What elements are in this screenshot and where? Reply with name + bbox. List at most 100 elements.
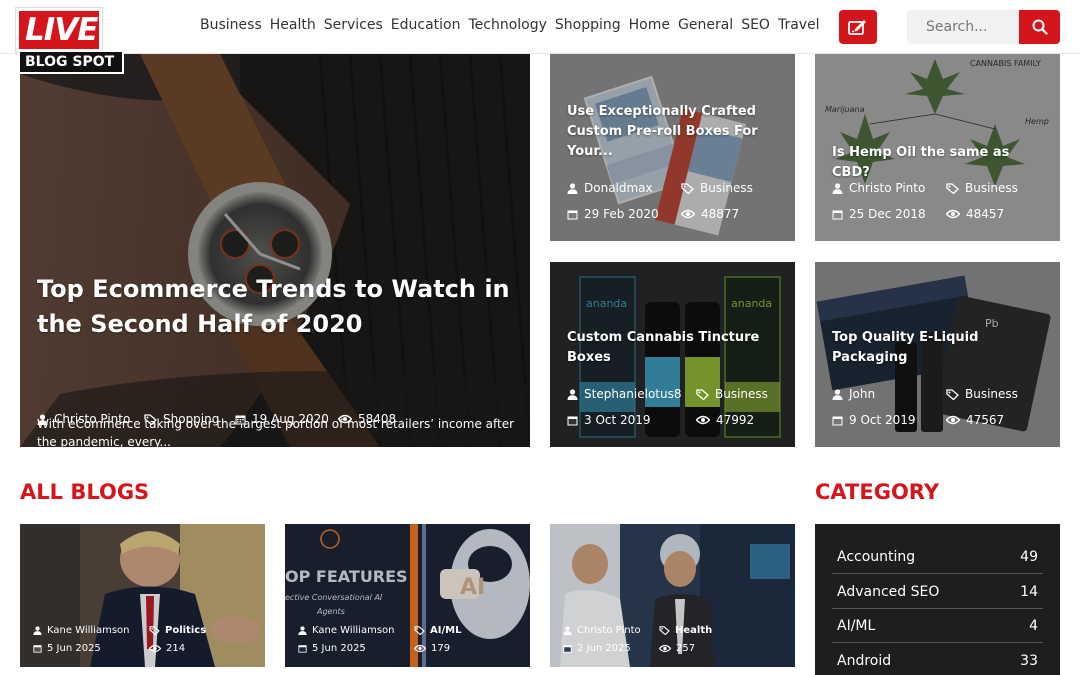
eye-icon [659,644,671,653]
edit-icon [848,20,866,35]
category-count: 49 [1020,548,1038,565]
category-name[interactable]: Advanced SEO [837,584,939,600]
category-count: 33 [1020,652,1038,669]
eye-icon [696,415,710,425]
nav-education[interactable]: Education [391,17,461,33]
tag-icon [144,413,157,425]
post-category[interactable]: Business [946,387,1018,401]
post-card[interactable]: ananda ananda Custom Cannabis Tincture B… [550,262,795,447]
eye-icon [414,644,426,653]
blog-card[interactable]: Christo Pinto Health 2 Jun 2025 257 [550,524,795,667]
category-label[interactable]: Business [965,387,1018,401]
nav-shopping[interactable]: Shopping [555,17,621,33]
nav-business[interactable]: Business [200,17,262,33]
blog-date: 5 Jun 2025 [33,643,101,654]
category-label[interactable]: Politics [165,625,206,636]
view-count: 47992 [716,413,755,427]
blog-author: Kane Williamson [298,625,395,636]
post-title[interactable]: Top Quality E-Liquid Packaging [832,328,1027,368]
search-button[interactable] [1019,10,1060,44]
calendar-icon [298,645,307,653]
post-category[interactable]: Business [946,181,1018,195]
nav-technology[interactable]: Technology [468,17,546,33]
category-label[interactable]: Shopping [163,412,219,426]
logo-blog-badge: BLOG SPOT [18,50,124,74]
nav-home[interactable]: Home [629,17,670,33]
author-name: Kane Williamson [47,625,130,636]
nav-health[interactable]: Health [270,17,316,33]
author-name: John [849,387,876,401]
category-item-ai-ml[interactable]: AI/ML 4 [832,609,1043,643]
post-category[interactable]: Business [681,181,753,195]
blog-views: 179 [414,643,450,654]
view-count: 214 [166,643,186,654]
nav-seo[interactable]: SEO [741,17,770,33]
tag-icon [696,388,709,400]
post-title[interactable]: Custom Cannabis Tincture Boxes [567,328,762,368]
post-views: 48457 [946,207,1004,221]
blog-category[interactable]: Health [659,625,712,636]
post-title[interactable]: Is Hemp Oil the same as CBD? [832,143,1027,183]
author-name: Donaldmax [584,181,653,195]
all-blogs-heading: ALL BLOGS [20,480,150,504]
nav-services[interactable]: Services [324,17,383,33]
user-icon [563,626,572,635]
post-date-text: 3 Oct 2019 [584,413,651,427]
featured-post-card[interactable]: Top Ecommerce Trends to Watch in the Sec… [20,54,530,447]
user-icon [33,626,42,635]
category-label[interactable]: Business [715,387,768,401]
post-card[interactable]: Pb Top Quality E-Liquid Packaging John B… [815,262,1060,447]
post-title[interactable]: Use Exceptionally Crafted Custom Pre-rol… [567,102,762,162]
site-logo[interactable]: LIVE BLOG SPOT [15,7,128,78]
logo-live-text: LIVE [25,12,98,48]
user-icon [567,182,578,194]
post-card[interactable]: CANNABIS FAMILY Marijuana Hemp Is Hemp O… [815,54,1060,241]
eye-icon [946,415,960,425]
category-name[interactable]: Accounting [837,549,915,565]
category-label[interactable]: AI/ML [430,625,461,636]
post-card[interactable]: Use Exceptionally Crafted Custom Pre-rol… [550,54,795,241]
blog-card[interactable]: Kane Williamson Politics 5 Jun 2025 214 [20,524,265,667]
category-label[interactable]: Health [675,625,712,636]
author-name: Christo Pinto [577,625,641,636]
post-date-text: 5 Jun 2025 [47,643,101,654]
eye-icon [681,209,695,219]
category-item-android[interactable]: Android 33 [832,644,1043,675]
post-category[interactable]: Business [696,387,768,401]
eye-icon [338,414,352,424]
post-date: 19 Aug 2020 [252,412,329,426]
nav-general[interactable]: General [678,17,733,33]
calendar-icon [832,416,843,425]
blog-card[interactable]: OP FEATURES ective Conversational AI Age… [285,524,530,667]
featured-views: 58408 [338,412,396,426]
featured-date: 19 Aug 2020 [235,412,329,426]
view-count: 179 [431,643,451,654]
tag-icon [659,626,670,635]
featured-post-title[interactable]: Top Ecommerce Trends to Watch in the Sec… [37,272,517,342]
blog-category[interactable]: Politics [149,625,206,636]
category-name[interactable]: AI/ML [837,618,875,634]
write-post-button[interactable] [839,10,877,44]
category-label[interactable]: Business [965,181,1018,195]
post-date: 3 Oct 2019 [567,413,651,427]
featured-category[interactable]: Shopping [144,412,219,426]
category-label[interactable]: Business [700,181,753,195]
logo-live-badge: LIVE [15,7,103,53]
post-date-text: 9 Oct 2019 [849,413,916,427]
category-name[interactable]: Android [837,653,891,669]
category-item-advanced-seo[interactable]: Advanced SEO 14 [832,575,1043,609]
post-date: 9 Oct 2019 [832,413,916,427]
blog-category[interactable]: AI/ML [414,625,461,636]
tag-icon [946,388,959,400]
category-item-accounting[interactable]: Accounting 49 [832,540,1043,574]
blog-date: 5 Jun 2025 [298,643,366,654]
view-count: 58408 [358,412,397,426]
nav-travel[interactable]: Travel [778,17,820,33]
user-icon [832,388,843,400]
blog-author: Kane Williamson [33,625,130,636]
category-heading: CATEGORY [815,480,940,504]
search-input[interactable] [907,10,1020,44]
author-name: Christo Pinto [849,181,926,195]
post-author: Christo Pinto [832,181,925,195]
author-name: Kane Williamson [312,625,395,636]
